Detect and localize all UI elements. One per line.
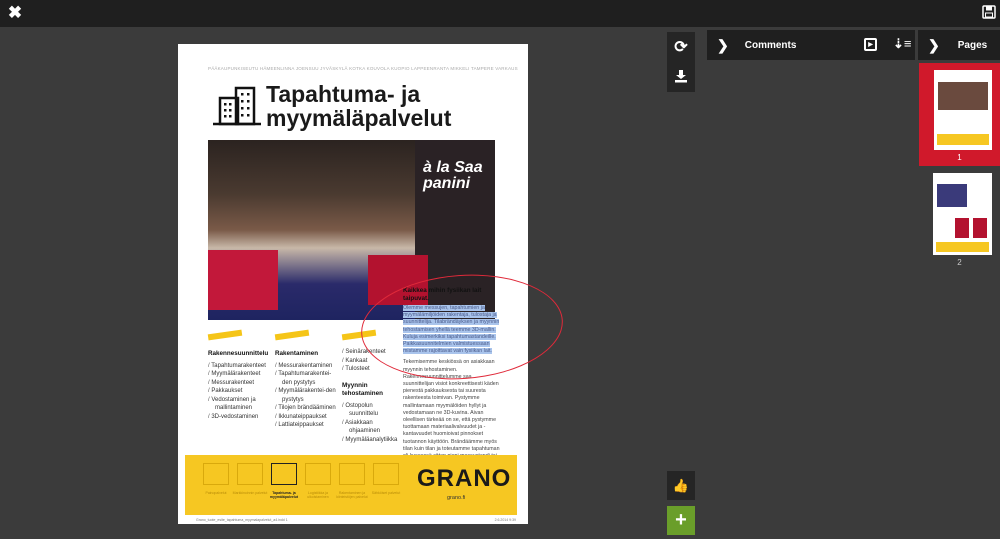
- page-thumbnail-1[interactable]: 1: [919, 63, 1000, 166]
- yellow-bar: [274, 329, 310, 341]
- thumbs-up-icon: 👍: [672, 477, 690, 493]
- rotate-button[interactable]: ⟳: [667, 33, 695, 61]
- page-footer-right: 2.6.2014 9:39: [494, 518, 516, 522]
- grano-url: grano.fi: [447, 495, 466, 501]
- page-number: 1: [957, 153, 962, 162]
- page-footer-banner: Painopalvelut Markkinoinnin palvelut Tap…: [185, 455, 517, 515]
- like-button[interactable]: 👍: [667, 471, 695, 500]
- service-label: Sähköiset palvelut: [371, 491, 401, 495]
- close-icon[interactable]: ✖: [6, 3, 24, 22]
- buildings-service-icon: [271, 463, 297, 485]
- list-item: Myymälärakentei-den pystytys: [275, 387, 337, 404]
- list-item: Tapahtumarakentei-den pystytys: [275, 370, 337, 387]
- pages-panel-header: ❯ Pages: [918, 30, 1000, 60]
- construction-service-icon: [339, 463, 365, 485]
- list-item: Tapahtumarakenteet: [208, 362, 273, 371]
- comments-title: Comments: [744, 39, 797, 51]
- chevron-right-icon[interactable]: ❯: [717, 37, 729, 54]
- top-bar: ✖: [0, 0, 1000, 27]
- document-page: PÄÄKAUPUNKISEUTU HÄMEENLINNA JOENSUU JYV…: [178, 44, 567, 524]
- digital-service-icon: [373, 463, 399, 485]
- chevron-right-icon[interactable]: ❯: [928, 37, 940, 54]
- title-line-2: myymäläpalvelut: [266, 105, 452, 131]
- thumbnail-image: [933, 173, 992, 255]
- list-item: Vedostaminen ja mallintaminen: [208, 396, 273, 413]
- list-item: Messurakentaminen: [275, 362, 337, 371]
- column-heading: Rakentaminen: [275, 350, 319, 357]
- page-number: 2: [957, 258, 962, 267]
- yellow-bar: [207, 329, 243, 341]
- list-item: 3D-vedostaminen: [208, 413, 273, 422]
- cities-line: PÄÄKAUPUNKISEUTU HÄMEENLINNA JOENSUU JYV…: [208, 66, 518, 71]
- page-thumbnail-2[interactable]: 2: [919, 172, 1000, 268]
- sort-icon[interactable]: ⇣≡: [893, 36, 911, 52]
- list-item: Ikkunateippaukset: [275, 413, 337, 422]
- marketing-service-icon: [237, 463, 263, 485]
- title-line-1: Tapahtuma- ja: [266, 81, 421, 107]
- rotate-icon: ⟳: [674, 39, 688, 56]
- list-item: Asiakkaan ohjaaminen: [342, 419, 400, 436]
- logistics-service-icon: [305, 463, 331, 485]
- grano-logo: GRANO: [417, 465, 512, 492]
- list-item: Lattiateippaukset: [275, 421, 337, 430]
- thumbnail-image: [934, 70, 992, 150]
- plus-icon: +: [675, 509, 687, 531]
- list-item: Myymälärakenteet: [208, 370, 273, 379]
- list-item: Myymäläanalytiikka: [342, 436, 400, 445]
- download-icon: [675, 70, 687, 83]
- save-icon[interactable]: [981, 4, 997, 20]
- list-item: Tilojen brändääminen: [275, 404, 337, 413]
- list-item: Ostopolun suunnittelu: [342, 402, 400, 419]
- print-service-icon: [203, 463, 229, 485]
- list-item: Messurakenteet: [208, 379, 273, 388]
- list-item: Pakkaukset: [208, 387, 273, 396]
- comments-panel-header: ❯ Comments ▶ ⇣≡: [707, 30, 915, 60]
- play-icon[interactable]: ▶: [864, 38, 877, 51]
- pages-title: Pages: [957, 39, 988, 51]
- column-rakentaminen: Rakentaminen MessurakentaminenTapahtumar…: [275, 350, 337, 430]
- column-heading: Myynnin tehostaminen: [342, 381, 383, 398]
- photo-sign-text: à la Saa panini: [423, 159, 483, 192]
- download-button[interactable]: [667, 62, 695, 90]
- column-heading: Rakennesuunnittelu: [208, 350, 269, 357]
- red-counter: [208, 250, 278, 310]
- add-comment-button[interactable]: +: [667, 506, 695, 535]
- page-title: Tapahtuma- ja myymäläpalvelut: [266, 82, 451, 130]
- column-rakennesuunnittelu: Rakennesuunnittelu TapahtumarakenteetMyy…: [208, 350, 273, 421]
- buildings-icon: [213, 84, 261, 131]
- page-footer-left: Grano_tuote_esite_tapahtuma_myymalapalve…: [196, 518, 288, 522]
